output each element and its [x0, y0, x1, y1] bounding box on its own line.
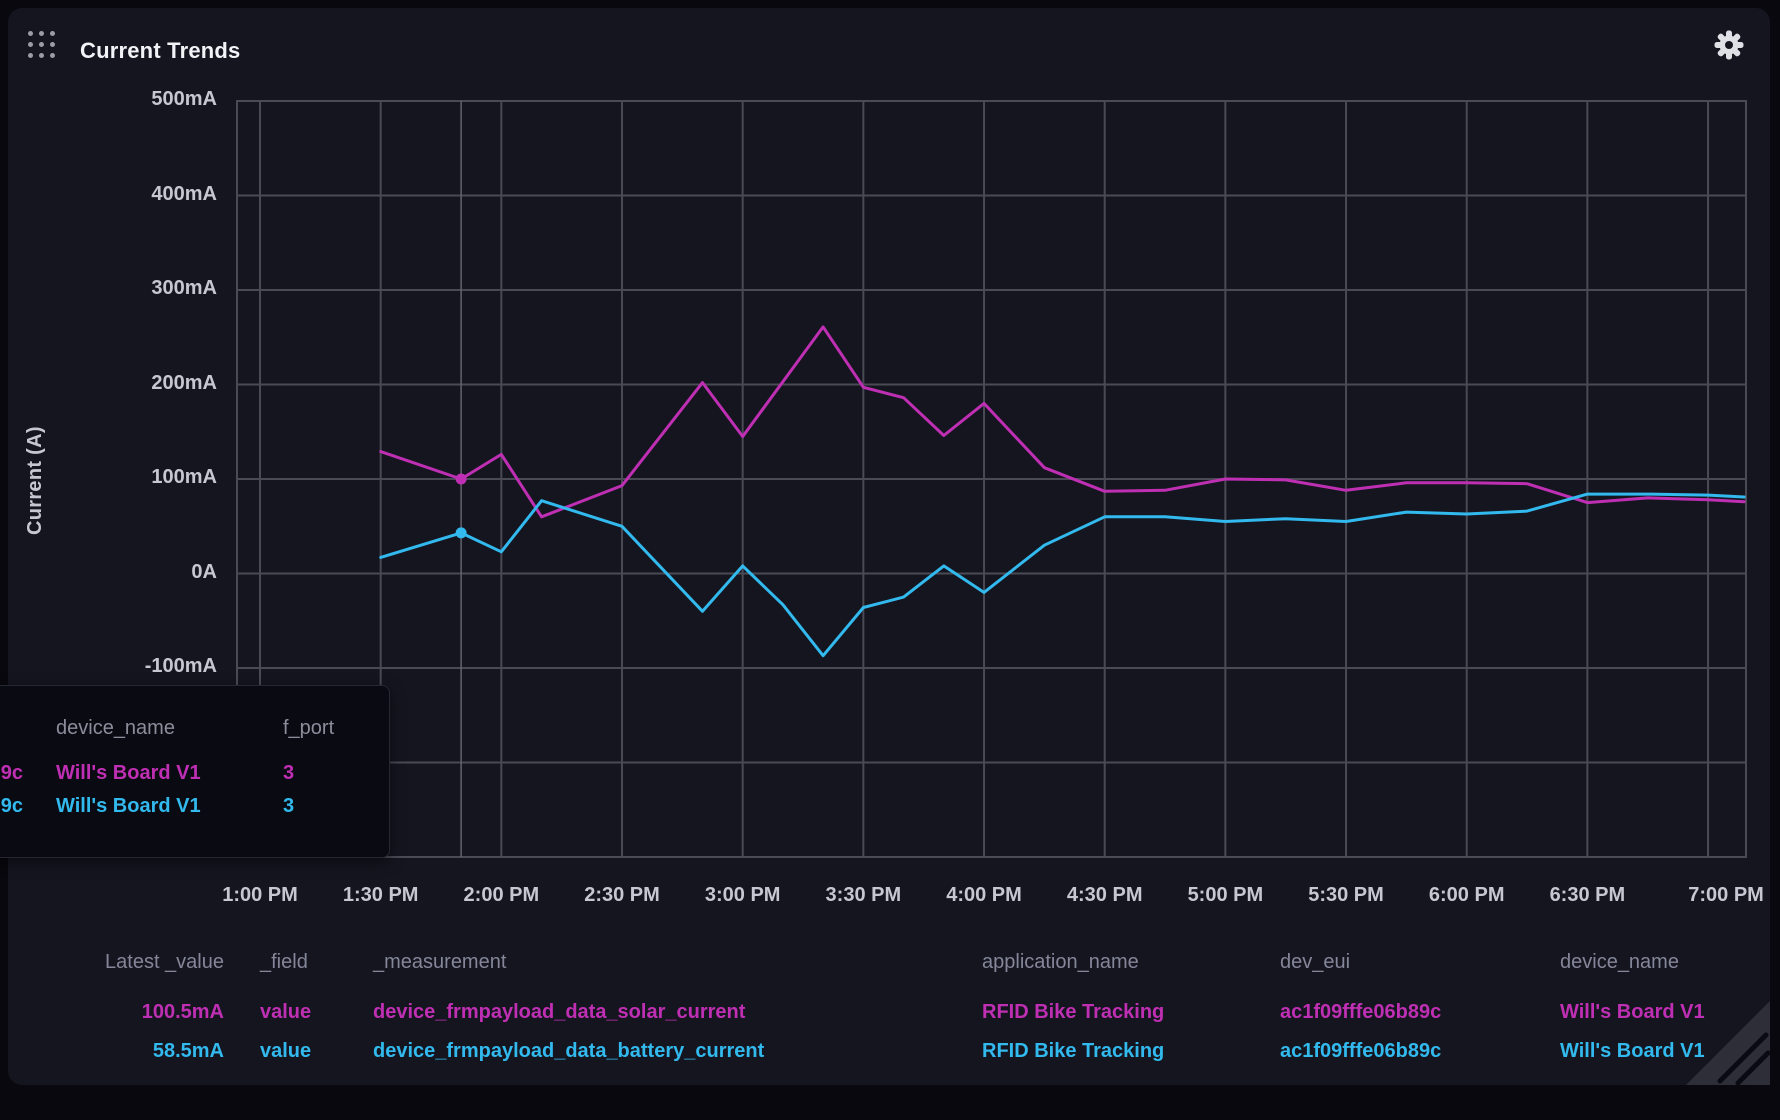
legend-dev-eui: ac1f09fffe06b89c	[1280, 1001, 1441, 1024]
legend-header-field: _field	[260, 951, 308, 974]
legend-measurement: device_frmpayload_data_solar_current	[373, 1001, 745, 1024]
hover-dot-solar	[456, 474, 467, 485]
legend-device-name: Will's Board V1	[1560, 1040, 1705, 1063]
legend-measurement: device_frmpayload_data_battery_current	[373, 1040, 764, 1063]
legend-header-application-name: application_name	[982, 951, 1139, 974]
legend-application-name: RFID Bike Tracking	[982, 1001, 1164, 1024]
legend-dev-eui: ac1f09fffe06b89c	[1280, 1040, 1441, 1063]
resize-handle[interactable]	[1686, 1001, 1770, 1085]
legend-field: value	[260, 1040, 311, 1063]
tooltip-header-f-port: f_port	[283, 717, 334, 740]
legend-header-latest-value: Latest _value	[24, 951, 224, 974]
legend-latest-value: 58.5mA	[24, 1040, 224, 1063]
legend-header-dev-eui: dev_eui	[1280, 951, 1350, 974]
legend-header-measurement: _measurement	[373, 951, 506, 974]
tooltip-dev-eui-fragment: 9c	[0, 795, 23, 818]
series-legend: Latest _value _field _measurement applic…	[0, 938, 1754, 1084]
tooltip-f-port: 3	[283, 795, 294, 818]
hover-tooltip: device_name f_port 9c Will's Board V1 3 …	[0, 685, 390, 858]
legend-field: value	[260, 1001, 311, 1024]
tooltip-device-name: Will's Board V1	[56, 762, 201, 785]
tooltip-f-port: 3	[283, 762, 294, 785]
dashboard-page: { "panel": { "title": "Current Trends" }…	[0, 0, 1780, 1120]
legend-header-device-name: device_name	[1560, 951, 1679, 974]
legend-application-name: RFID Bike Tracking	[982, 1040, 1164, 1063]
hover-dot-battery	[456, 527, 467, 538]
legend-device-name: Will's Board V1	[1560, 1001, 1705, 1024]
tooltip-dev-eui-fragment: 9c	[0, 762, 23, 785]
series-line-solar	[381, 327, 1745, 517]
legend-latest-value: 100.5mA	[24, 1001, 224, 1024]
series-line-battery	[381, 494, 1745, 656]
tooltip-device-name: Will's Board V1	[56, 795, 201, 818]
tooltip-header-device-name: device_name	[56, 717, 175, 740]
y-axis-title: Current (A)	[24, 376, 47, 586]
